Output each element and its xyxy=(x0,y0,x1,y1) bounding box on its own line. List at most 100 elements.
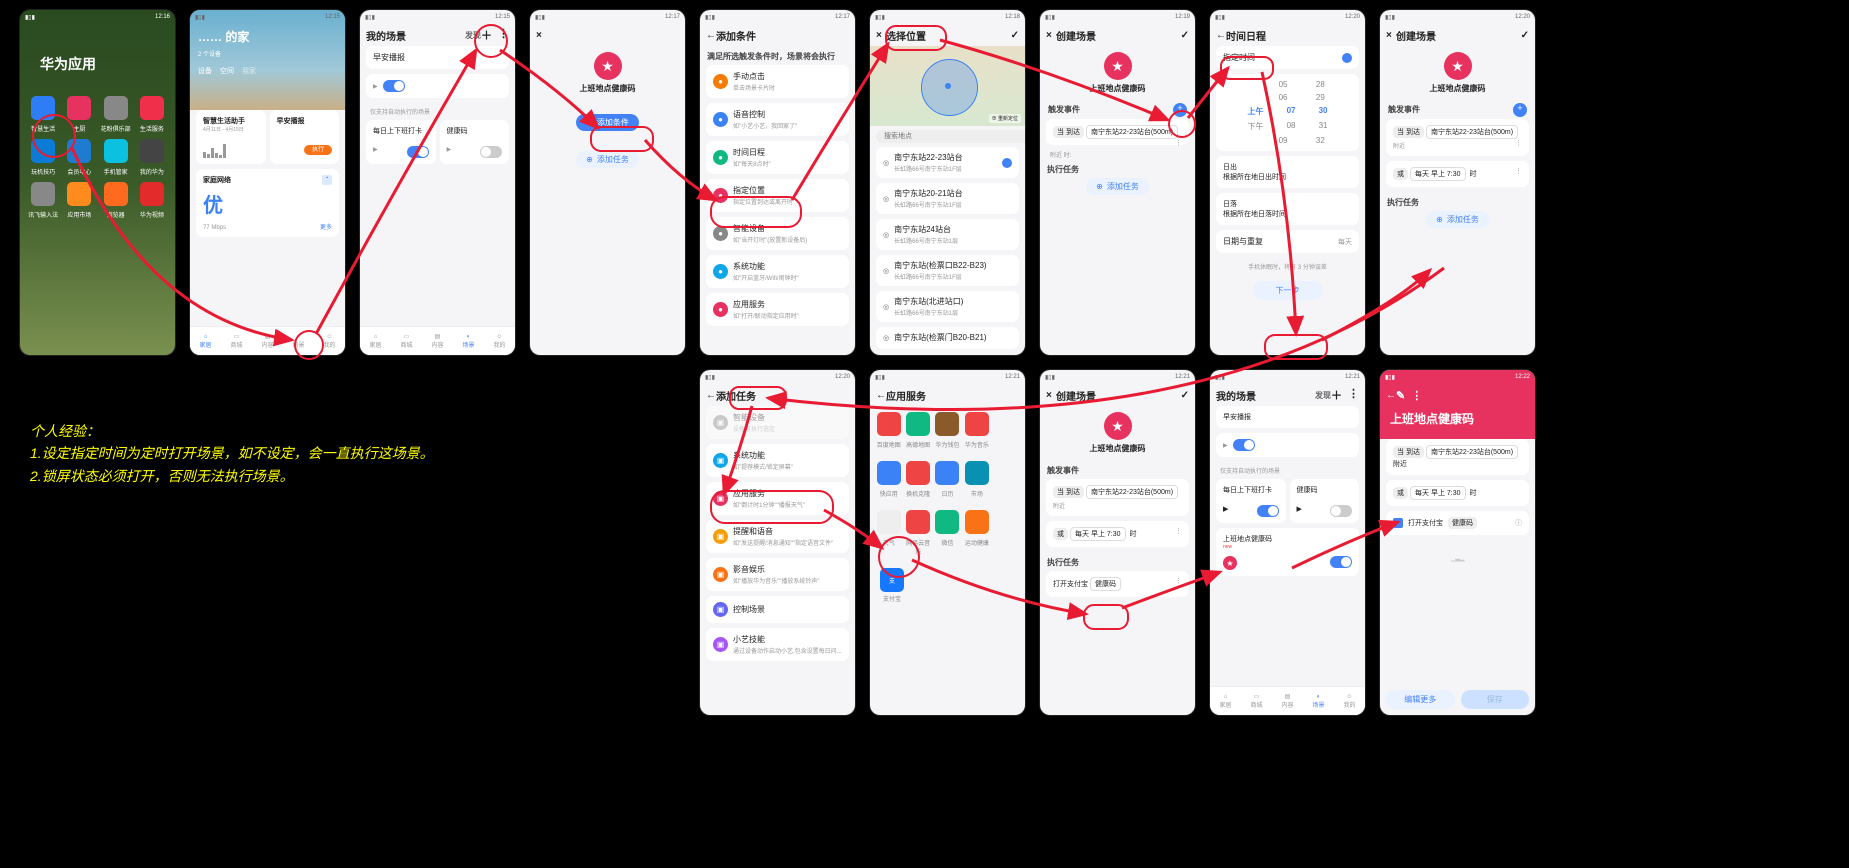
close-icon[interactable]: × xyxy=(876,30,886,41)
task-type-item[interactable]: ▣影音娱乐如"播放华为音乐""播放系统铃声" xyxy=(713,564,842,585)
app-service-icon[interactable] xyxy=(877,510,901,534)
add-task-button[interactable]: ⊕ 添加任务 xyxy=(1426,211,1489,228)
screen-b1-addtask: ▮▯▮12:20 ←添加任务 ▣智能设备设备可执行选定▣系统功能如"提荐模式/锁… xyxy=(700,370,855,715)
toggle[interactable] xyxy=(480,146,502,158)
discover-link[interactable]: 发现 xyxy=(465,30,481,41)
condition-item[interactable]: ●智能设备如"当开灯时"(放置新设备后) xyxy=(713,223,842,244)
screen-b5-scenedetail: ▮▯▮12:22 ←✎⋮ 上班地点健康码 当 到达南宁东站22-23站台(500… xyxy=(1380,370,1535,715)
screen-8-time: ▮▯▮12:20 ←时间日程 指定时间 0528 0629 上午0730 下午0… xyxy=(1210,10,1365,355)
app-service-icon[interactable] xyxy=(965,412,989,436)
app-icon[interactable] xyxy=(140,182,164,206)
close-icon[interactable]: × xyxy=(1046,30,1056,41)
condition-item[interactable]: ●手动点击单击场景卡片时 xyxy=(713,71,842,92)
screen-b4-myscenes2: ▮▯▮12:21 我的场景发现＋⋮ 早安播报 ▶ 仅支持自动执行的场景 每日上下… xyxy=(1210,370,1365,715)
task-type-item[interactable]: ▣系统功能如"提荐模式/锁定屏幕" xyxy=(713,450,842,471)
time-picker[interactable]: 0528 0629 上午0730 下午0831 0932 xyxy=(1216,74,1359,151)
toggle[interactable] xyxy=(407,146,429,158)
app-service-icon[interactable] xyxy=(935,461,959,485)
screen-7-createscene: ▮▯▮12:19 ×创建场景✓ ★ 上班地点健康码 触发事件+ 当 到达南宁东站… xyxy=(1040,10,1195,355)
more-icon[interactable]: ⋮ xyxy=(1348,387,1359,403)
app-service-icon[interactable] xyxy=(877,461,901,485)
app-icon[interactable] xyxy=(31,139,55,163)
search-input[interactable] xyxy=(876,130,1025,143)
add-task-button[interactable]: ⊕ 添加任务 xyxy=(576,151,639,168)
toggle[interactable] xyxy=(383,80,405,92)
alipay-icon[interactable]: 支支付宝 xyxy=(880,568,904,603)
more-icon[interactable]: ⋮ xyxy=(498,27,509,43)
place-item[interactable]: ◎南宁东站(北进站口)长虹路66号南宁东站1层 xyxy=(883,296,1012,317)
tutorial-notes: 个人经验： 1.设定指定时间为定时打开场景，如不设定，会一直执行这场景。 2.锁… xyxy=(30,420,434,487)
app-icon[interactable] xyxy=(104,96,128,120)
condition-item[interactable]: ●语音控制如"小艺小艺，我回家了" xyxy=(713,109,842,130)
more-link[interactable]: 更多 xyxy=(320,222,332,231)
add-trigger-icon[interactable]: + xyxy=(1173,103,1187,117)
place-item[interactable]: ◎南宁东站(检票口B22-B23)长虹路66号南宁东站1F层 xyxy=(883,260,1012,281)
place-item[interactable]: ◎南宁东站(检票门B20-B21) xyxy=(883,332,1012,344)
back-icon[interactable]: ← xyxy=(706,390,716,401)
place-item[interactable]: ◎南宁东站24站台长虹路66号南宁东站1层 xyxy=(883,224,1012,245)
task-type-item[interactable]: ▣提醒和语音如"发送提醒/消息通知""指定语音文件" xyxy=(713,526,842,547)
app-service-icon[interactable] xyxy=(965,461,989,485)
app-service-icon[interactable] xyxy=(906,412,930,436)
more-icon[interactable]: ⋮ xyxy=(1411,389,1422,402)
save-button[interactable]: 保存 xyxy=(1461,690,1530,709)
run-button[interactable]: 执行 xyxy=(304,145,332,155)
screen-5-addcondition: ▮▯▮12:17 ←添加条件 满足所选触发条件时，场景将会执行 ●手动点击单击场… xyxy=(700,10,855,355)
screen-4-newscene: ▮▯▮12:17 × ★ 上班地点健康码 ⊕ 添加条件 ⊕ 添加任务 xyxy=(530,10,685,355)
app-icon[interactable] xyxy=(31,96,55,120)
check-icon[interactable]: ✓ xyxy=(1011,30,1019,41)
check-icon[interactable]: ✓ xyxy=(1181,30,1189,41)
screen-b3-createscene3: ▮▯▮12:21 ×创建场景✓ ★ 上班地点健康码 触发事件 当 到达南宁东站2… xyxy=(1040,370,1195,715)
close-icon[interactable]: × xyxy=(1046,390,1056,401)
back-icon[interactable]: ← xyxy=(1216,30,1226,41)
add-condition-button[interactable]: ⊕ 添加条件 xyxy=(576,114,639,131)
back-icon[interactable]: ← xyxy=(1386,390,1396,401)
place-item[interactable]: ◎南宁东站20-21站台长虹路66号南宁东站1F层 xyxy=(883,188,1012,209)
close-icon[interactable]: × xyxy=(1386,30,1396,41)
relocate-button[interactable]: ⊕ 重新定位 xyxy=(989,114,1021,123)
map[interactable]: ⊕ 重新定位 xyxy=(870,46,1025,126)
condition-item[interactable]: ●应用服务如"打开/联动指定应用时" xyxy=(713,299,842,320)
app-icon[interactable] xyxy=(67,182,91,206)
edit-more-button[interactable]: 编辑更多 xyxy=(1386,690,1455,709)
condition-item[interactable]: ●指定位置指定位置到达或离开时 xyxy=(713,185,842,206)
app-icon[interactable] xyxy=(104,182,128,206)
app-icon[interactable] xyxy=(67,139,91,163)
bottom-tabs[interactable]: ⌂家居 ▭商城 ▤内容 ◐场景 ☺我的 xyxy=(190,326,345,355)
add-task-button[interactable]: ⊕ 添加任务 xyxy=(1086,178,1149,195)
check-icon[interactable]: ✓ xyxy=(1521,30,1529,41)
back-icon[interactable]: ← xyxy=(706,30,716,41)
app-service-icon[interactable] xyxy=(935,510,959,534)
add-icon[interactable]: ＋ xyxy=(1331,387,1342,403)
screen-6-location: ▮▯▮12:18 ×选择位置✓ ⊕ 重新定位 ◎南宁东站22-23站台长虹路66… xyxy=(870,10,1025,355)
home-tabs[interactable]: 设备空间我家 xyxy=(190,58,345,84)
place-item[interactable]: ◎南宁东站22-23站台长虹路66号南宁东站1F层 xyxy=(883,152,1012,173)
next-button[interactable]: 下一步 xyxy=(1253,281,1323,300)
app-service-icon[interactable] xyxy=(965,510,989,534)
app-icon[interactable] xyxy=(31,182,55,206)
app-icon[interactable] xyxy=(140,96,164,120)
app-service-icon[interactable] xyxy=(906,461,930,485)
task-type-item: ▣智能设备设备可执行选定 xyxy=(713,412,842,433)
condition-item[interactable]: ●时间日程如"每天8点时" xyxy=(713,147,842,168)
close-icon[interactable]: × xyxy=(536,30,546,41)
task-type-item[interactable]: ▣应用服务如"倒计时1分钟""播报天气" xyxy=(713,488,842,509)
screen-1-apps: ▮▯▮12:16 华为应用 智慧生活主厨花粉俱乐部生活服务玩机技巧会员中心手机管… xyxy=(20,10,175,355)
bottom-tabs[interactable]: ⌂家居 ▭商城 ▤内容 ◐场景 ☺我的 xyxy=(360,326,515,355)
app-service-icon[interactable] xyxy=(906,510,930,534)
task-type-item[interactable]: ▣小艺技能通过设备动作启动小艺,包含设置每日问... xyxy=(713,634,842,655)
add-icon[interactable]: ＋ xyxy=(481,27,492,43)
status-bar: ▮▯▮12:15 xyxy=(190,10,345,24)
app-icon[interactable] xyxy=(104,139,128,163)
screen-9-createscene2: ▮▯▮12:20 ×创建场景✓ ★ 上班地点健康码 触发事件+ 当 到达南宁东站… xyxy=(1380,10,1535,355)
check-icon[interactable]: ✓ xyxy=(1181,390,1189,401)
app-service-icon[interactable] xyxy=(935,412,959,436)
app-icon[interactable] xyxy=(67,96,91,120)
condition-item[interactable]: ●系统功能如"开启蓝牙/Wifi/闹钟时" xyxy=(713,261,842,282)
app-icon[interactable] xyxy=(140,139,164,163)
app-service-icon[interactable] xyxy=(877,412,901,436)
task-type-item[interactable]: ▣控制场景 xyxy=(713,602,842,617)
add-trigger-icon[interactable]: + xyxy=(1513,103,1527,117)
back-icon[interactable]: ← xyxy=(876,390,886,401)
edit-icon[interactable]: ✎ xyxy=(1396,389,1405,402)
